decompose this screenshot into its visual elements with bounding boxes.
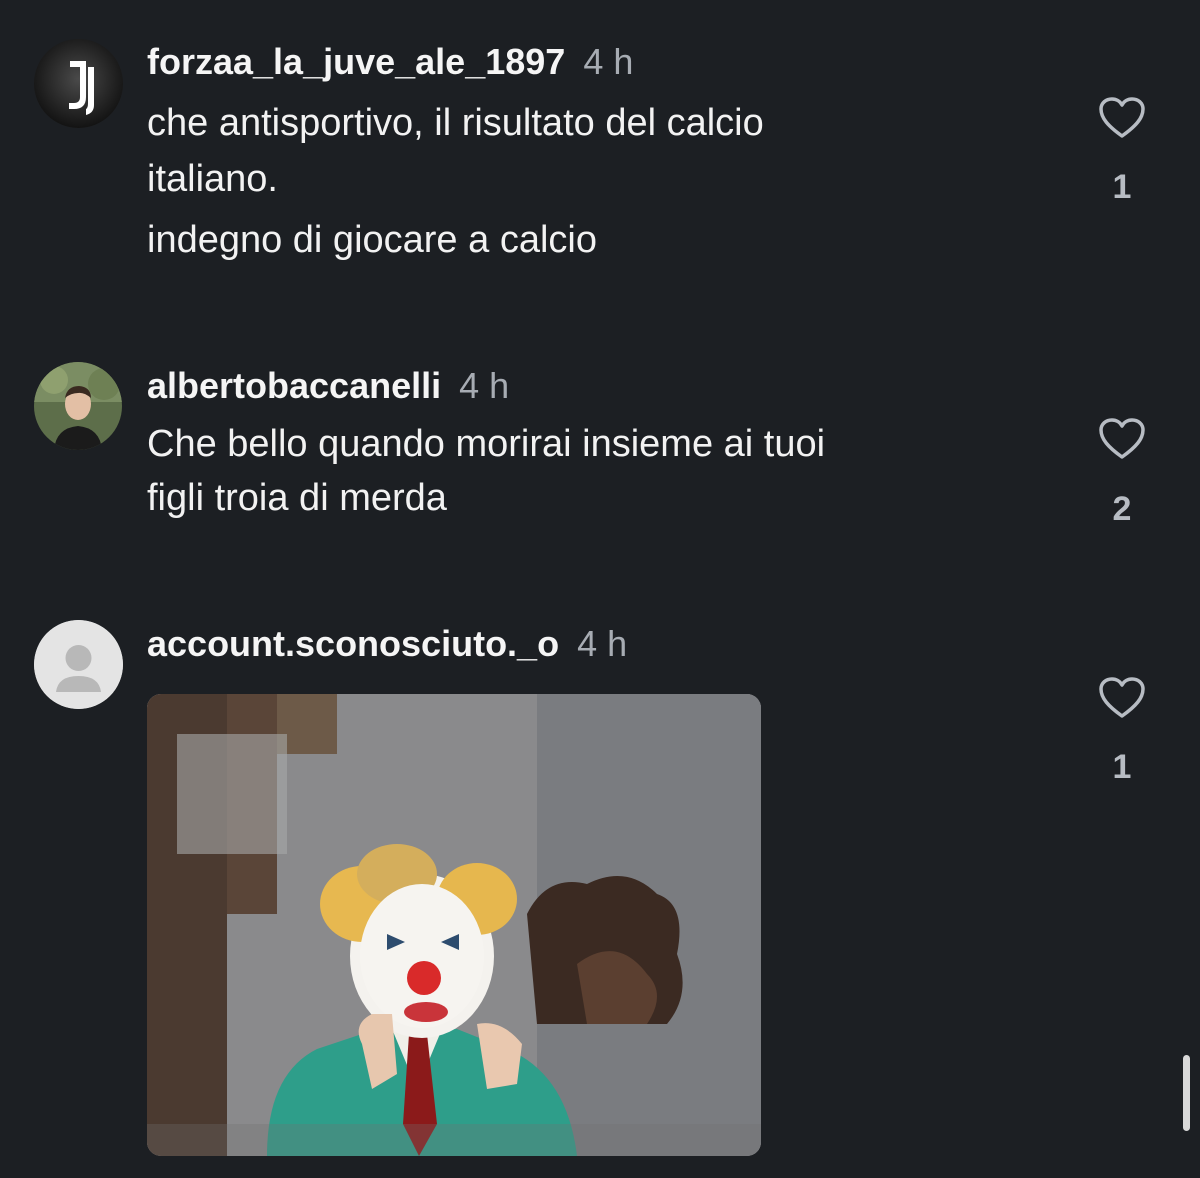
- comment-text-line: Che bello quando morirai insieme ai tuoi: [147, 423, 826, 465]
- profile-photo-icon: [34, 362, 122, 450]
- clown-gif-attachment[interactable]: [147, 694, 761, 1156]
- comment-text-line: che antisportivo, il risultato del calci…: [147, 102, 764, 144]
- comment-text-line: figli troia di merda: [147, 477, 447, 519]
- like-button[interactable]: [1098, 417, 1146, 461]
- comment-header: account.sconosciuto._o 4 h: [147, 622, 627, 666]
- timestamp: 4 h: [583, 41, 634, 82]
- heart-outline-icon: [1099, 677, 1145, 718]
- clown-gif-image: [147, 694, 761, 1156]
- like-count: 1: [1112, 168, 1132, 206]
- username[interactable]: forzaa_la_juve_ale_1897: [147, 41, 565, 82]
- username[interactable]: account.sconosciuto._o: [147, 623, 559, 664]
- scrollbar[interactable]: [1183, 1055, 1190, 1131]
- juventus-logo-icon: [34, 39, 123, 128]
- timestamp: 4 h: [459, 365, 510, 406]
- comment-text-line: indegno di giocare a calcio: [147, 219, 597, 261]
- default-user-icon: [34, 620, 123, 709]
- avatar-profile-photo[interactable]: [34, 362, 122, 450]
- like-count: 1: [1112, 748, 1132, 786]
- like-button[interactable]: [1098, 96, 1146, 140]
- comment-header: forzaa_la_juve_ale_1897 4 h: [147, 40, 633, 84]
- comment-header: albertobaccanelli 4 h: [147, 364, 509, 408]
- like-count: 2: [1112, 490, 1132, 528]
- heart-outline-icon: [1099, 97, 1145, 138]
- like-button[interactable]: [1098, 676, 1146, 720]
- username[interactable]: albertobaccanelli: [147, 365, 441, 406]
- avatar-juventus[interactable]: [34, 39, 123, 128]
- timestamp: 4 h: [577, 623, 628, 664]
- avatar-default[interactable]: [34, 620, 123, 709]
- comment-text-line: italiano.: [147, 158, 278, 200]
- heart-outline-icon: [1099, 418, 1145, 459]
